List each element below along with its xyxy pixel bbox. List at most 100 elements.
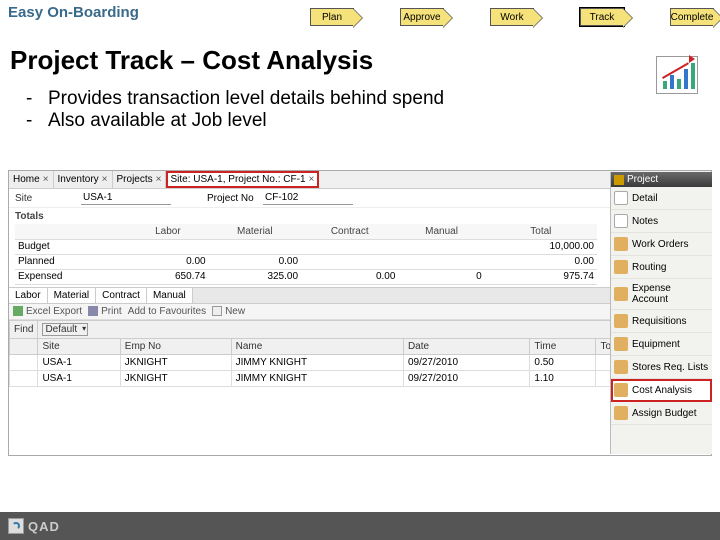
- print-icon: [88, 306, 98, 316]
- side-nav-label: Detail: [632, 193, 658, 204]
- side-nav-label: Routing: [632, 262, 666, 273]
- process-steps: Plan Approve Work Track Complete: [310, 8, 714, 26]
- gcol-date[interactable]: Date: [403, 338, 529, 354]
- side-nav-item[interactable]: Assign Budget: [611, 402, 712, 425]
- gcol-time[interactable]: Time: [530, 338, 596, 354]
- step-plan: Plan: [310, 8, 354, 26]
- folder-icon: [614, 360, 628, 374]
- projectno-input[interactable]: [263, 191, 353, 205]
- cost-summary-table: Labor Material Contract Manual Total Bud…: [15, 224, 597, 285]
- subtab-material[interactable]: Material: [48, 288, 97, 303]
- side-nav-item[interactable]: Requisitions: [611, 310, 712, 333]
- folder-icon: [614, 337, 628, 351]
- close-icon[interactable]: ×: [309, 174, 315, 185]
- add-favourite-button[interactable]: Add to Favourites: [128, 306, 206, 317]
- table-row[interactable]: USA-1JKNIGHTJIMMY KNIGHT09/27/20100.5021…: [10, 354, 711, 370]
- cost-subtabs: Labor Material Contract Manual: [9, 287, 711, 304]
- toolbar-label: Print: [101, 306, 122, 317]
- cost-cell: 0.00: [301, 269, 398, 284]
- print-button[interactable]: Print: [88, 306, 122, 317]
- grid-cell: USA-1: [38, 370, 120, 386]
- close-icon[interactable]: ×: [156, 174, 162, 185]
- side-nav-item[interactable]: Routing: [611, 256, 712, 279]
- subtab-contract[interactable]: Contract: [96, 288, 147, 303]
- tab-inventory[interactable]: Inventory×: [54, 171, 113, 188]
- col-total: Total: [485, 224, 597, 239]
- toolbar-label: Add to Favourites: [128, 306, 206, 317]
- grid-cell: JIMMY KNIGHT: [231, 354, 403, 370]
- folder-icon: [614, 287, 628, 301]
- cost-cell: [398, 239, 484, 254]
- grid-cell: USA-1: [38, 354, 120, 370]
- new-button[interactable]: New: [212, 306, 245, 317]
- slide-bullets: Provides transaction level details behin…: [26, 88, 720, 132]
- gcol-name[interactable]: Name: [231, 338, 403, 354]
- qad-logo: QAD: [8, 518, 60, 534]
- tab-projects[interactable]: Projects×: [113, 171, 167, 188]
- side-nav-item[interactable]: Expense Account: [611, 279, 712, 310]
- toolbar-label: New: [225, 306, 245, 317]
- growth-chart-icon: [656, 56, 698, 94]
- side-nav-label: Expense Account: [632, 283, 709, 305]
- cost-cell: [398, 254, 484, 269]
- totals-section-header: Totals: [9, 207, 711, 222]
- cost-cell: 0.00: [485, 254, 597, 269]
- cost-cell: [209, 239, 301, 254]
- tab-label: Site: USA-1, Project No.: CF-1: [170, 174, 305, 185]
- folder-icon: [614, 383, 628, 397]
- project-icon: [614, 175, 624, 185]
- qad-logo-text: QAD: [28, 519, 60, 534]
- subtab-labor[interactable]: Labor: [9, 288, 48, 303]
- side-nav-label: Cost Analysis: [632, 385, 692, 396]
- tab-home[interactable]: Home×: [9, 171, 54, 188]
- find-dropdown[interactable]: Default: [42, 323, 88, 336]
- col-labor: Labor: [127, 224, 208, 239]
- excel-export-button[interactable]: Excel Export: [13, 306, 82, 317]
- grid-cell: [10, 370, 38, 386]
- tab-label: Projects: [117, 174, 153, 185]
- step-work: Work: [490, 8, 534, 26]
- gcol-empno[interactable]: Emp No: [120, 338, 231, 354]
- side-nav-label: Work Orders: [632, 239, 689, 250]
- app-window: Home× Inventory× Projects× Site: USA-1, …: [8, 170, 712, 456]
- cost-cell: Planned: [15, 254, 127, 269]
- app-tab-bar: Home× Inventory× Projects× Site: USA-1, …: [9, 171, 711, 189]
- close-icon[interactable]: ×: [43, 174, 49, 185]
- new-icon: [212, 306, 222, 316]
- folder-icon: [614, 191, 628, 205]
- bullet-line: Provides transaction level details behin…: [26, 88, 720, 110]
- side-nav-item[interactable]: Equipment: [611, 333, 712, 356]
- cost-cell: 0: [398, 269, 484, 284]
- site-input[interactable]: [81, 191, 171, 205]
- side-nav-item[interactable]: Stores Req. Lists: [611, 356, 712, 379]
- grid-cell: 09/27/2010: [403, 354, 529, 370]
- transactions-grid: Find Default Site Emp No Name Date Time …: [9, 320, 711, 387]
- grid-cell: 09/27/2010: [403, 370, 529, 386]
- cost-cell: [301, 254, 398, 269]
- side-nav-item[interactable]: Notes: [611, 210, 712, 233]
- cost-cell: Budget: [15, 239, 127, 254]
- table-row[interactable]: USA-1JKNIGHTJIMMY KNIGHT09/27/20101.1043…: [10, 370, 711, 386]
- cost-cell: 650.74: [127, 269, 208, 284]
- col-blank: [15, 224, 127, 239]
- folder-icon: [614, 237, 628, 251]
- col-material: Material: [209, 224, 301, 239]
- col-manual: Manual: [398, 224, 484, 239]
- side-nav-item[interactable]: Work Orders: [611, 233, 712, 256]
- grid-cell: JIMMY KNIGHT: [231, 370, 403, 386]
- close-icon[interactable]: ×: [102, 174, 108, 185]
- subtab-manual[interactable]: Manual: [147, 288, 193, 303]
- cost-cell: 975.74: [485, 269, 597, 284]
- folder-icon: [614, 214, 628, 228]
- cost-cell: 10,000.00: [485, 239, 597, 254]
- gcol-site[interactable]: Site: [38, 338, 120, 354]
- tab-project-detail[interactable]: Site: USA-1, Project No.: CF-1 ×: [166, 171, 319, 188]
- step-complete: Complete: [670, 8, 714, 26]
- side-nav-label: Equipment: [632, 339, 680, 350]
- side-nav-item[interactable]: Detail: [611, 187, 712, 210]
- grid-toolbar: Excel Export Print Add to Favourites New: [9, 304, 711, 320]
- side-nav-item[interactable]: Cost Analysis: [611, 379, 712, 402]
- side-nav-panel: Project DetailNotesWork OrdersRoutingExp…: [610, 172, 712, 454]
- gcol-find: Find: [10, 320, 38, 338]
- excel-icon: [13, 306, 23, 316]
